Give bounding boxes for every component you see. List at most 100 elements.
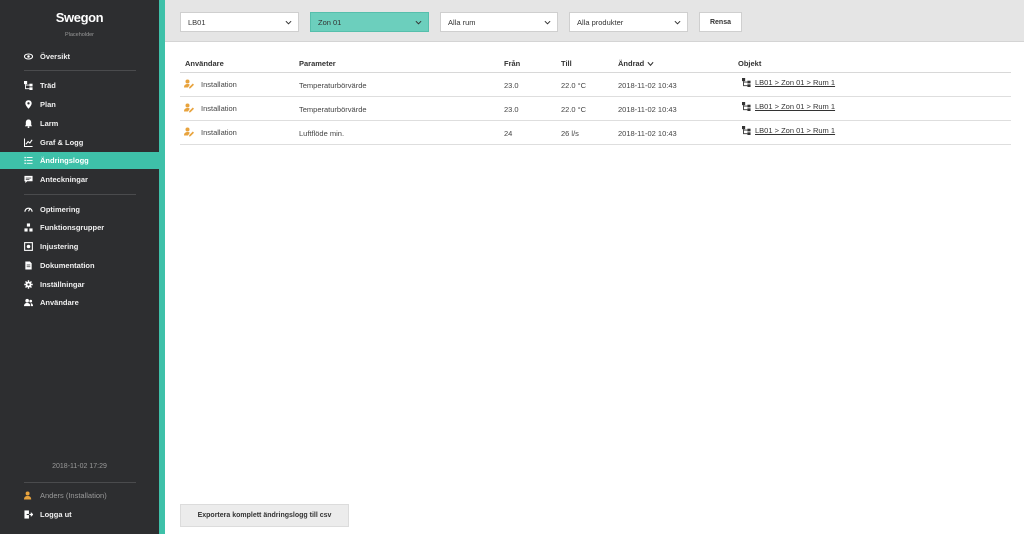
nav-item-tree[interactable]: Träd bbox=[0, 77, 159, 94]
zone-select-value: Zon 01 bbox=[318, 17, 342, 27]
cell-object-link[interactable]: LB01 > Zon 01 > Rum 1 bbox=[742, 78, 835, 87]
document-icon bbox=[25, 261, 32, 270]
table-row[interactable]: Installation Temperaturbörvärde 23.0 22.… bbox=[180, 73, 1011, 97]
cell-user: Installation bbox=[180, 103, 237, 113]
cell-object-link[interactable]: LB01 > Zon 01 > Rum 1 bbox=[742, 126, 835, 135]
cell-object-text: LB01 > Zon 01 > Rum 1 bbox=[755, 78, 836, 87]
column-header-changed[interactable]: Ändrad bbox=[618, 59, 654, 68]
room-select[interactable]: Alla rum bbox=[440, 12, 558, 32]
nav-item-balancing[interactable]: Injustering bbox=[0, 238, 159, 255]
changelog-table: Användare Parameter Från Till Ändrad Obj… bbox=[180, 52, 1011, 145]
nav-label: Översikt bbox=[40, 52, 71, 61]
column-header-parameter[interactable]: Parameter bbox=[299, 59, 336, 68]
reset-button[interactable]: Rensa bbox=[699, 12, 742, 32]
list-icon bbox=[24, 156, 33, 165]
user-edit-icon bbox=[184, 79, 194, 89]
product-select[interactable]: Alla produkter bbox=[569, 12, 688, 32]
cell-object-link[interactable]: LB01 > Zon 01 > Rum 1 bbox=[742, 102, 835, 111]
cell-parameter: Temperaturbörvärde bbox=[299, 81, 367, 90]
group-icon bbox=[24, 223, 33, 232]
tree-icon bbox=[24, 81, 33, 90]
nav-divider bbox=[24, 194, 136, 195]
cell-changed: 2018-11-02 10:43 bbox=[618, 129, 677, 138]
location-pin-icon bbox=[25, 100, 32, 109]
sort-desc-icon bbox=[647, 61, 654, 67]
cell-user: Installation bbox=[180, 79, 237, 89]
nav-item-users[interactable]: Användare bbox=[0, 294, 159, 311]
cell-from: 23.0 bbox=[504, 105, 519, 114]
sidebar-accent-strip bbox=[159, 0, 165, 534]
eye-icon bbox=[24, 53, 33, 60]
logo-text: Swegon bbox=[55, 10, 104, 25]
user-edit-icon bbox=[184, 127, 194, 137]
adjust-icon bbox=[24, 242, 33, 251]
cell-to: 22.0 °C bbox=[561, 81, 587, 90]
nav-label: Träd bbox=[40, 81, 56, 90]
tree-icon bbox=[742, 126, 751, 135]
nav-item-alarm[interactable]: Larm bbox=[0, 115, 159, 132]
room-select-value: Alla rum bbox=[448, 17, 476, 27]
cell-user-text: Installation bbox=[201, 127, 237, 137]
gear-icon bbox=[24, 280, 33, 289]
tree-icon bbox=[742, 102, 751, 111]
note-icon bbox=[24, 175, 33, 184]
cell-from: 24 bbox=[504, 129, 513, 138]
column-header-object[interactable]: Objekt bbox=[738, 59, 761, 68]
cell-parameter: Temperaturbörvärde bbox=[299, 105, 367, 114]
cell-from: 23.0 bbox=[504, 81, 519, 90]
logo-subtitle: Placeholder bbox=[64, 32, 95, 38]
product-select-value: Alla produkter bbox=[577, 17, 624, 27]
logo: Swegon Placeholder bbox=[0, 10, 163, 38]
table-header: Användare Parameter Från Till Ändrad Obj… bbox=[180, 52, 1011, 73]
nav-item-documentation[interactable]: Dokumentation bbox=[0, 257, 159, 274]
logout-button[interactable]: Logga ut bbox=[24, 510, 72, 519]
nav-item-settings[interactable]: Inställningar bbox=[0, 276, 159, 293]
cell-user: Installation bbox=[180, 127, 237, 137]
cell-parameter: Luftflöde min. bbox=[299, 129, 345, 138]
nav-label: Inställningar bbox=[40, 280, 85, 289]
cell-changed: 2018-11-02 10:43 bbox=[618, 81, 677, 90]
sidebar-datetime: 2018-11-02 17:29 bbox=[52, 463, 107, 470]
cell-object-text: LB01 > Zon 01 > Rum 1 bbox=[755, 102, 836, 111]
nav-item-overview[interactable]: Översikt bbox=[0, 48, 159, 65]
chevron-down-icon bbox=[285, 20, 292, 25]
nav-label: Plan bbox=[40, 100, 56, 109]
building-select[interactable]: LB01 bbox=[180, 12, 299, 32]
user-edit-icon bbox=[184, 103, 194, 113]
current-user[interactable]: Anders (Installation) bbox=[24, 491, 107, 500]
logout-label: Logga ut bbox=[40, 510, 72, 519]
nav-item-function-groups[interactable]: Funktionsgrupper bbox=[0, 219, 159, 236]
nav-label: Användare bbox=[40, 298, 79, 307]
column-header-user[interactable]: Användare bbox=[185, 59, 224, 68]
tree-icon bbox=[742, 78, 751, 87]
nav-label: Ändringslogg bbox=[40, 156, 89, 165]
column-header-to[interactable]: Till bbox=[561, 59, 572, 68]
cell-user-text: Installation bbox=[201, 103, 237, 113]
zone-select[interactable]: Zon 01 bbox=[310, 12, 429, 32]
table-row[interactable]: Installation Luftflöde min. 24 26 l/s 20… bbox=[180, 121, 1011, 145]
nav-item-graph[interactable]: Graf & Logg bbox=[0, 134, 159, 151]
nav-item-plan[interactable]: Plan bbox=[0, 96, 159, 113]
current-user-label: Anders (Installation) bbox=[40, 491, 107, 500]
nav-item-optimization[interactable]: Optimering bbox=[0, 201, 159, 218]
nav-label: Larm bbox=[40, 119, 59, 128]
nav-label: Graf & Logg bbox=[40, 138, 84, 147]
cell-user-text: Installation bbox=[201, 79, 237, 89]
nav-label: Optimering bbox=[40, 205, 81, 214]
nav-label: Dokumentation bbox=[40, 261, 95, 270]
nav-item-notes[interactable]: Anteckningar bbox=[0, 171, 159, 188]
chart-icon bbox=[24, 138, 33, 147]
nav-label: Injustering bbox=[40, 242, 79, 251]
nav-label: Anteckningar bbox=[40, 175, 88, 184]
table-row[interactable]: Installation Temperaturbörvärde 23.0 22.… bbox=[180, 97, 1011, 121]
nav-label: Funktionsgrupper bbox=[40, 223, 105, 232]
column-header-changed-label: Ändrad bbox=[618, 59, 645, 68]
gauge-icon bbox=[24, 207, 33, 212]
nav-item-changelog[interactable]: Ändringslogg bbox=[0, 152, 159, 169]
chevron-down-icon bbox=[544, 20, 551, 25]
export-csv-button[interactable]: Exportera komplett ändringslogg till csv bbox=[180, 504, 349, 527]
column-header-from[interactable]: Från bbox=[504, 59, 520, 68]
chevron-down-icon bbox=[674, 20, 681, 25]
cell-to: 22.0 °C bbox=[561, 105, 587, 114]
nav-divider bbox=[24, 482, 136, 483]
